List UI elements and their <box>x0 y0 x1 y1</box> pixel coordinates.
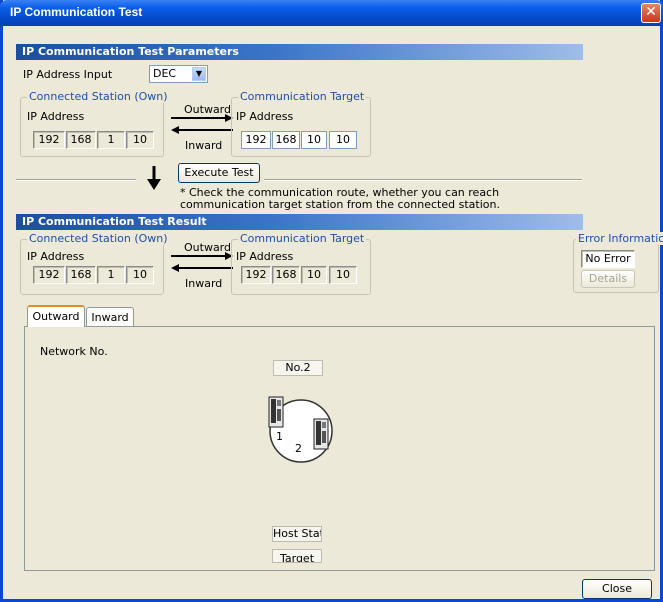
params-target-octet-4[interactable]: 10 <box>329 131 357 149</box>
params-target-ip-label: IP Address <box>236 110 294 123</box>
params-own-title: Connected Station (Own) <box>27 90 170 103</box>
result-own-octet-2: 168 <box>66 266 96 284</box>
params-inward-label: Inward <box>185 139 223 152</box>
title-bar: IP Communication Test ✕ <box>0 0 663 26</box>
params-own-octet-1: 192 <box>33 131 65 149</box>
result-inward-label: Inward <box>185 277 223 290</box>
station-2-plc-icon <box>313 418 329 450</box>
ip-address-input-label: IP Address Input <box>23 68 113 81</box>
window-close-button[interactable]: ✕ <box>641 3 661 23</box>
result-target-octet-4: 10 <box>329 266 357 284</box>
divider-right <box>264 179 582 181</box>
divider-left <box>16 179 136 181</box>
right-arrow-icon <box>171 114 233 122</box>
station-1-plc-icon <box>268 396 284 428</box>
execute-test-button[interactable]: Execute Test <box>178 163 260 183</box>
details-button[interactable]: Details <box>581 270 635 288</box>
route-diagram-panel: Network No. No.2 1 2 Host Statio Target <box>24 326 655 571</box>
target-box: Target <box>272 549 322 563</box>
right-arrow-icon <box>171 252 233 260</box>
params-target-octet-3[interactable]: 10 <box>301 131 327 149</box>
result-target-title: Communication Target <box>238 232 367 245</box>
execute-note-line-2: communication target station from the co… <box>180 198 500 211</box>
network-diagram <box>268 396 333 463</box>
network-no-label: Network No. <box>40 345 108 358</box>
params-target-title: Communication Target <box>238 90 367 103</box>
result-own-octet-1: 192 <box>33 266 65 284</box>
station-2-label: 2 <box>295 442 302 455</box>
params-own-octet-4: 10 <box>126 131 154 149</box>
params-target-octet-1[interactable]: 192 <box>241 131 271 149</box>
result-header: IP Communication Test Result <box>16 214 583 230</box>
network-number-box: No.2 <box>273 360 323 376</box>
params-own-octet-2: 168 <box>66 131 96 149</box>
host-station-box: Host Statio <box>272 526 322 542</box>
tab-inward[interactable]: Inward <box>86 307 134 327</box>
down-arrow-icon <box>147 166 161 190</box>
window-title: IP Communication Test <box>10 5 143 19</box>
result-direction-arrows <box>171 252 233 272</box>
result-target-octet-3: 10 <box>301 266 327 284</box>
chevron-down-icon: ▼ <box>192 67 206 81</box>
result-own-ip-label: IP Address <box>27 250 85 263</box>
params-target-octet-2[interactable]: 168 <box>272 131 300 149</box>
close-button[interactable]: Close <box>582 579 652 599</box>
error-information-title: Error Information <box>576 232 663 245</box>
tab-outward[interactable]: Outward <box>27 305 85 327</box>
ip-address-input-select[interactable]: DEC ▼ <box>149 65 208 83</box>
result-own-octet-4: 10 <box>126 266 154 284</box>
result-target-octet-2: 168 <box>272 266 300 284</box>
left-arrow-icon <box>171 264 233 272</box>
params-direction-arrows <box>171 114 233 134</box>
ip-communication-test-window: IP Communication Test ✕ IP Communication… <box>0 0 663 602</box>
result-target-octet-1: 192 <box>241 266 271 284</box>
left-arrow-icon <box>171 126 233 134</box>
parameters-header: IP Communication Test Parameters <box>16 44 583 60</box>
result-target-ip-label: IP Address <box>236 250 294 263</box>
params-own-ip-label: IP Address <box>27 110 85 123</box>
params-own-octet-3: 1 <box>97 131 125 149</box>
error-information-value: No Error <box>581 250 635 268</box>
station-1-label: 1 <box>276 430 283 443</box>
result-own-octet-3: 1 <box>97 266 125 284</box>
result-own-title: Connected Station (Own) <box>27 232 170 245</box>
ip-address-input-value: DEC <box>153 67 177 80</box>
